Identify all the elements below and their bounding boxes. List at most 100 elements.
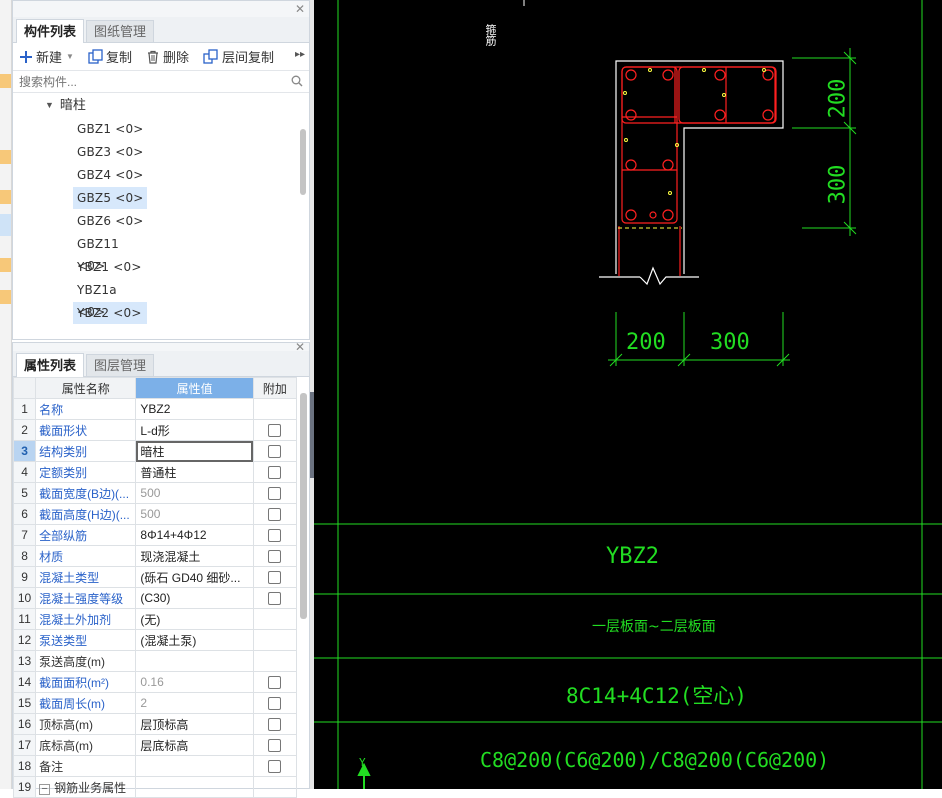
- extra-checkbox[interactable]: [268, 550, 282, 564]
- close-icon[interactable]: ✕: [295, 2, 305, 16]
- extra-checkbox[interactable]: [268, 739, 282, 753]
- property-row[interactable]: 2 截面形状 L-d形: [12, 419, 298, 441]
- extra-checkbox[interactable]: [268, 424, 282, 438]
- property-name: 结构类别: [35, 440, 137, 462]
- property-row[interactable]: 12 泵送类型 (混凝土泵): [12, 629, 298, 651]
- search-icon[interactable]: [291, 75, 303, 87]
- property-value[interactable]: 现浇混凝土: [135, 545, 254, 567]
- extra-checkbox[interactable]: [268, 508, 282, 522]
- property-value[interactable]: (混凝土泵): [135, 629, 254, 651]
- property-row[interactable]: 4 定额类别 普通柱: [12, 461, 298, 483]
- property-scrollbar[interactable]: [300, 393, 307, 619]
- property-name: 泵送类型: [35, 629, 137, 651]
- property-row[interactable]: 5 截面宽度(B边)(... 500: [12, 482, 298, 504]
- property-value[interactable]: 普通柱: [135, 461, 254, 483]
- tree-item[interactable]: YBZ1 <0>: [73, 256, 147, 278]
- toolbar-more-icon[interactable]: ▸▸: [295, 49, 305, 60]
- tree-item[interactable]: GBZ1 <0>: [73, 118, 147, 140]
- floor-copy-button[interactable]: 层间复制: [203, 47, 274, 66]
- extra-checkbox[interactable]: [268, 676, 282, 690]
- row-number: 3: [12, 440, 37, 462]
- property-row[interactable]: 15 截面周长(m) 2: [12, 692, 298, 714]
- cad-drawing-canvas[interactable]: 箍筋 200 300 200 300 YBZ2 一层板面~二层板面 8C14+4…: [314, 0, 942, 789]
- property-value[interactable]: (C30): [135, 587, 254, 609]
- property-value[interactable]: L-d形: [135, 419, 254, 441]
- tree-item[interactable]: GBZ6 <0>: [73, 210, 147, 232]
- extra-checkbox[interactable]: [268, 718, 282, 732]
- property-row[interactable]: 8 材质 现浇混凝土: [12, 545, 298, 567]
- caret-down-icon[interactable]: ▼: [45, 93, 54, 117]
- property-value[interactable]: 层底标高: [135, 734, 254, 756]
- property-rows: 1 名称 YBZ2 2 截面形状 L-d形 3 结构类别 暗柱 4 定额类别 普通柱 5 截面宽度(B边)…: [12, 398, 298, 798]
- collapse-icon[interactable]: −: [39, 783, 51, 795]
- search-input[interactable]: [19, 74, 279, 89]
- property-value[interactable]: [135, 755, 254, 777]
- rebar-ties: [618, 66, 777, 276]
- property-value[interactable]: 层顶标高: [135, 713, 254, 735]
- chevron-down-icon[interactable]: ▼: [66, 52, 74, 61]
- property-row[interactable]: 7 全部纵筋 8Φ14+4Φ12: [12, 524, 298, 546]
- component-tabs: 构件列表 图纸管理: [13, 17, 309, 43]
- property-value[interactable]: [135, 776, 254, 798]
- property-extra: [252, 503, 298, 525]
- extra-checkbox[interactable]: [268, 592, 282, 606]
- property-row[interactable]: 11 混凝土外加剂 (无): [12, 608, 298, 630]
- property-row[interactable]: 17 底标高(m) 层底标高: [12, 734, 298, 756]
- property-row[interactable]: 13 泵送高度(m): [12, 650, 298, 672]
- tree-item[interactable]: YBZ1a <0>: [73, 279, 147, 319]
- property-row[interactable]: 18 备注: [12, 755, 298, 777]
- tree-item[interactable]: GBZ5 <0>: [73, 187, 147, 209]
- copy-button[interactable]: 复制: [88, 47, 132, 66]
- property-row[interactable]: 1 名称 YBZ2: [12, 398, 298, 420]
- property-name: 截面宽度(B边)(...: [35, 482, 137, 504]
- tab-drawing-management[interactable]: 图纸管理: [86, 20, 155, 42]
- property-row[interactable]: 19− 钢筋业务属性: [12, 776, 298, 798]
- property-value[interactable]: 8Φ14+4Φ12: [135, 524, 254, 546]
- property-extra: [252, 692, 298, 714]
- extra-checkbox[interactable]: [268, 487, 282, 501]
- property-extra: [252, 629, 298, 651]
- extra-checkbox[interactable]: [268, 571, 282, 585]
- tree-scrollbar[interactable]: [300, 129, 306, 195]
- property-value[interactable]: 暗柱: [135, 440, 254, 462]
- tree-group-hidden-column[interactable]: ▼ 暗柱: [13, 93, 309, 117]
- property-header-row: 属性名称 属性值 附加: [12, 377, 298, 399]
- property-row[interactable]: 16 顶标高(m) 层顶标高: [12, 713, 298, 735]
- strip-marker: [0, 290, 11, 304]
- property-name: 底标高(m): [35, 734, 137, 756]
- tree-item[interactable]: GBZ4 <0>: [73, 164, 147, 186]
- delete-button[interactable]: 删除: [146, 47, 189, 66]
- extra-checkbox[interactable]: [268, 697, 282, 711]
- new-button[interactable]: 新建 ▼: [19, 47, 74, 66]
- property-value[interactable]: (无): [135, 608, 254, 630]
- header-corner: [12, 377, 37, 399]
- tree-item-selected[interactable]: YBZ2 <0>: [73, 302, 147, 324]
- property-value[interactable]: 2: [135, 692, 254, 714]
- header-property-name: 属性名称: [35, 377, 137, 399]
- tree-item[interactable]: GBZ3 <0>: [73, 141, 147, 163]
- property-value[interactable]: [135, 650, 254, 672]
- property-row[interactable]: 9 混凝土类型 (砾石 GD40 细砂...: [12, 566, 298, 588]
- property-group-label: 钢筋业务属性: [54, 780, 127, 795]
- property-row[interactable]: 14 截面面积(m²) 0.16: [12, 671, 298, 693]
- extra-checkbox[interactable]: [268, 529, 282, 543]
- property-value[interactable]: (砾石 GD40 细砂...: [135, 566, 254, 588]
- extra-checkbox[interactable]: [268, 760, 282, 774]
- extra-checkbox[interactable]: [268, 445, 282, 459]
- property-row[interactable]: 10 混凝土强度等级 (C30): [12, 587, 298, 609]
- row-number: 18: [12, 755, 37, 777]
- property-value[interactable]: 500: [135, 482, 254, 504]
- property-row[interactable]: 3 结构类别 暗柱: [12, 440, 298, 462]
- property-value[interactable]: 0.16: [135, 671, 254, 693]
- tree-item[interactable]: GBZ11 <0>: [73, 233, 147, 273]
- property-name: 混凝土类型: [35, 566, 137, 588]
- tab-layer-management[interactable]: 图层管理: [86, 354, 155, 376]
- extra-checkbox[interactable]: [268, 466, 282, 480]
- tab-property-list[interactable]: 属性列表: [16, 353, 85, 377]
- new-icon: [20, 50, 32, 63]
- property-row[interactable]: 6 截面高度(H边)(... 500: [12, 503, 298, 525]
- close-icon[interactable]: ✕: [295, 340, 305, 354]
- property-value[interactable]: 500: [135, 503, 254, 525]
- property-value[interactable]: YBZ2: [135, 398, 254, 420]
- tab-component-list[interactable]: 构件列表: [16, 19, 85, 43]
